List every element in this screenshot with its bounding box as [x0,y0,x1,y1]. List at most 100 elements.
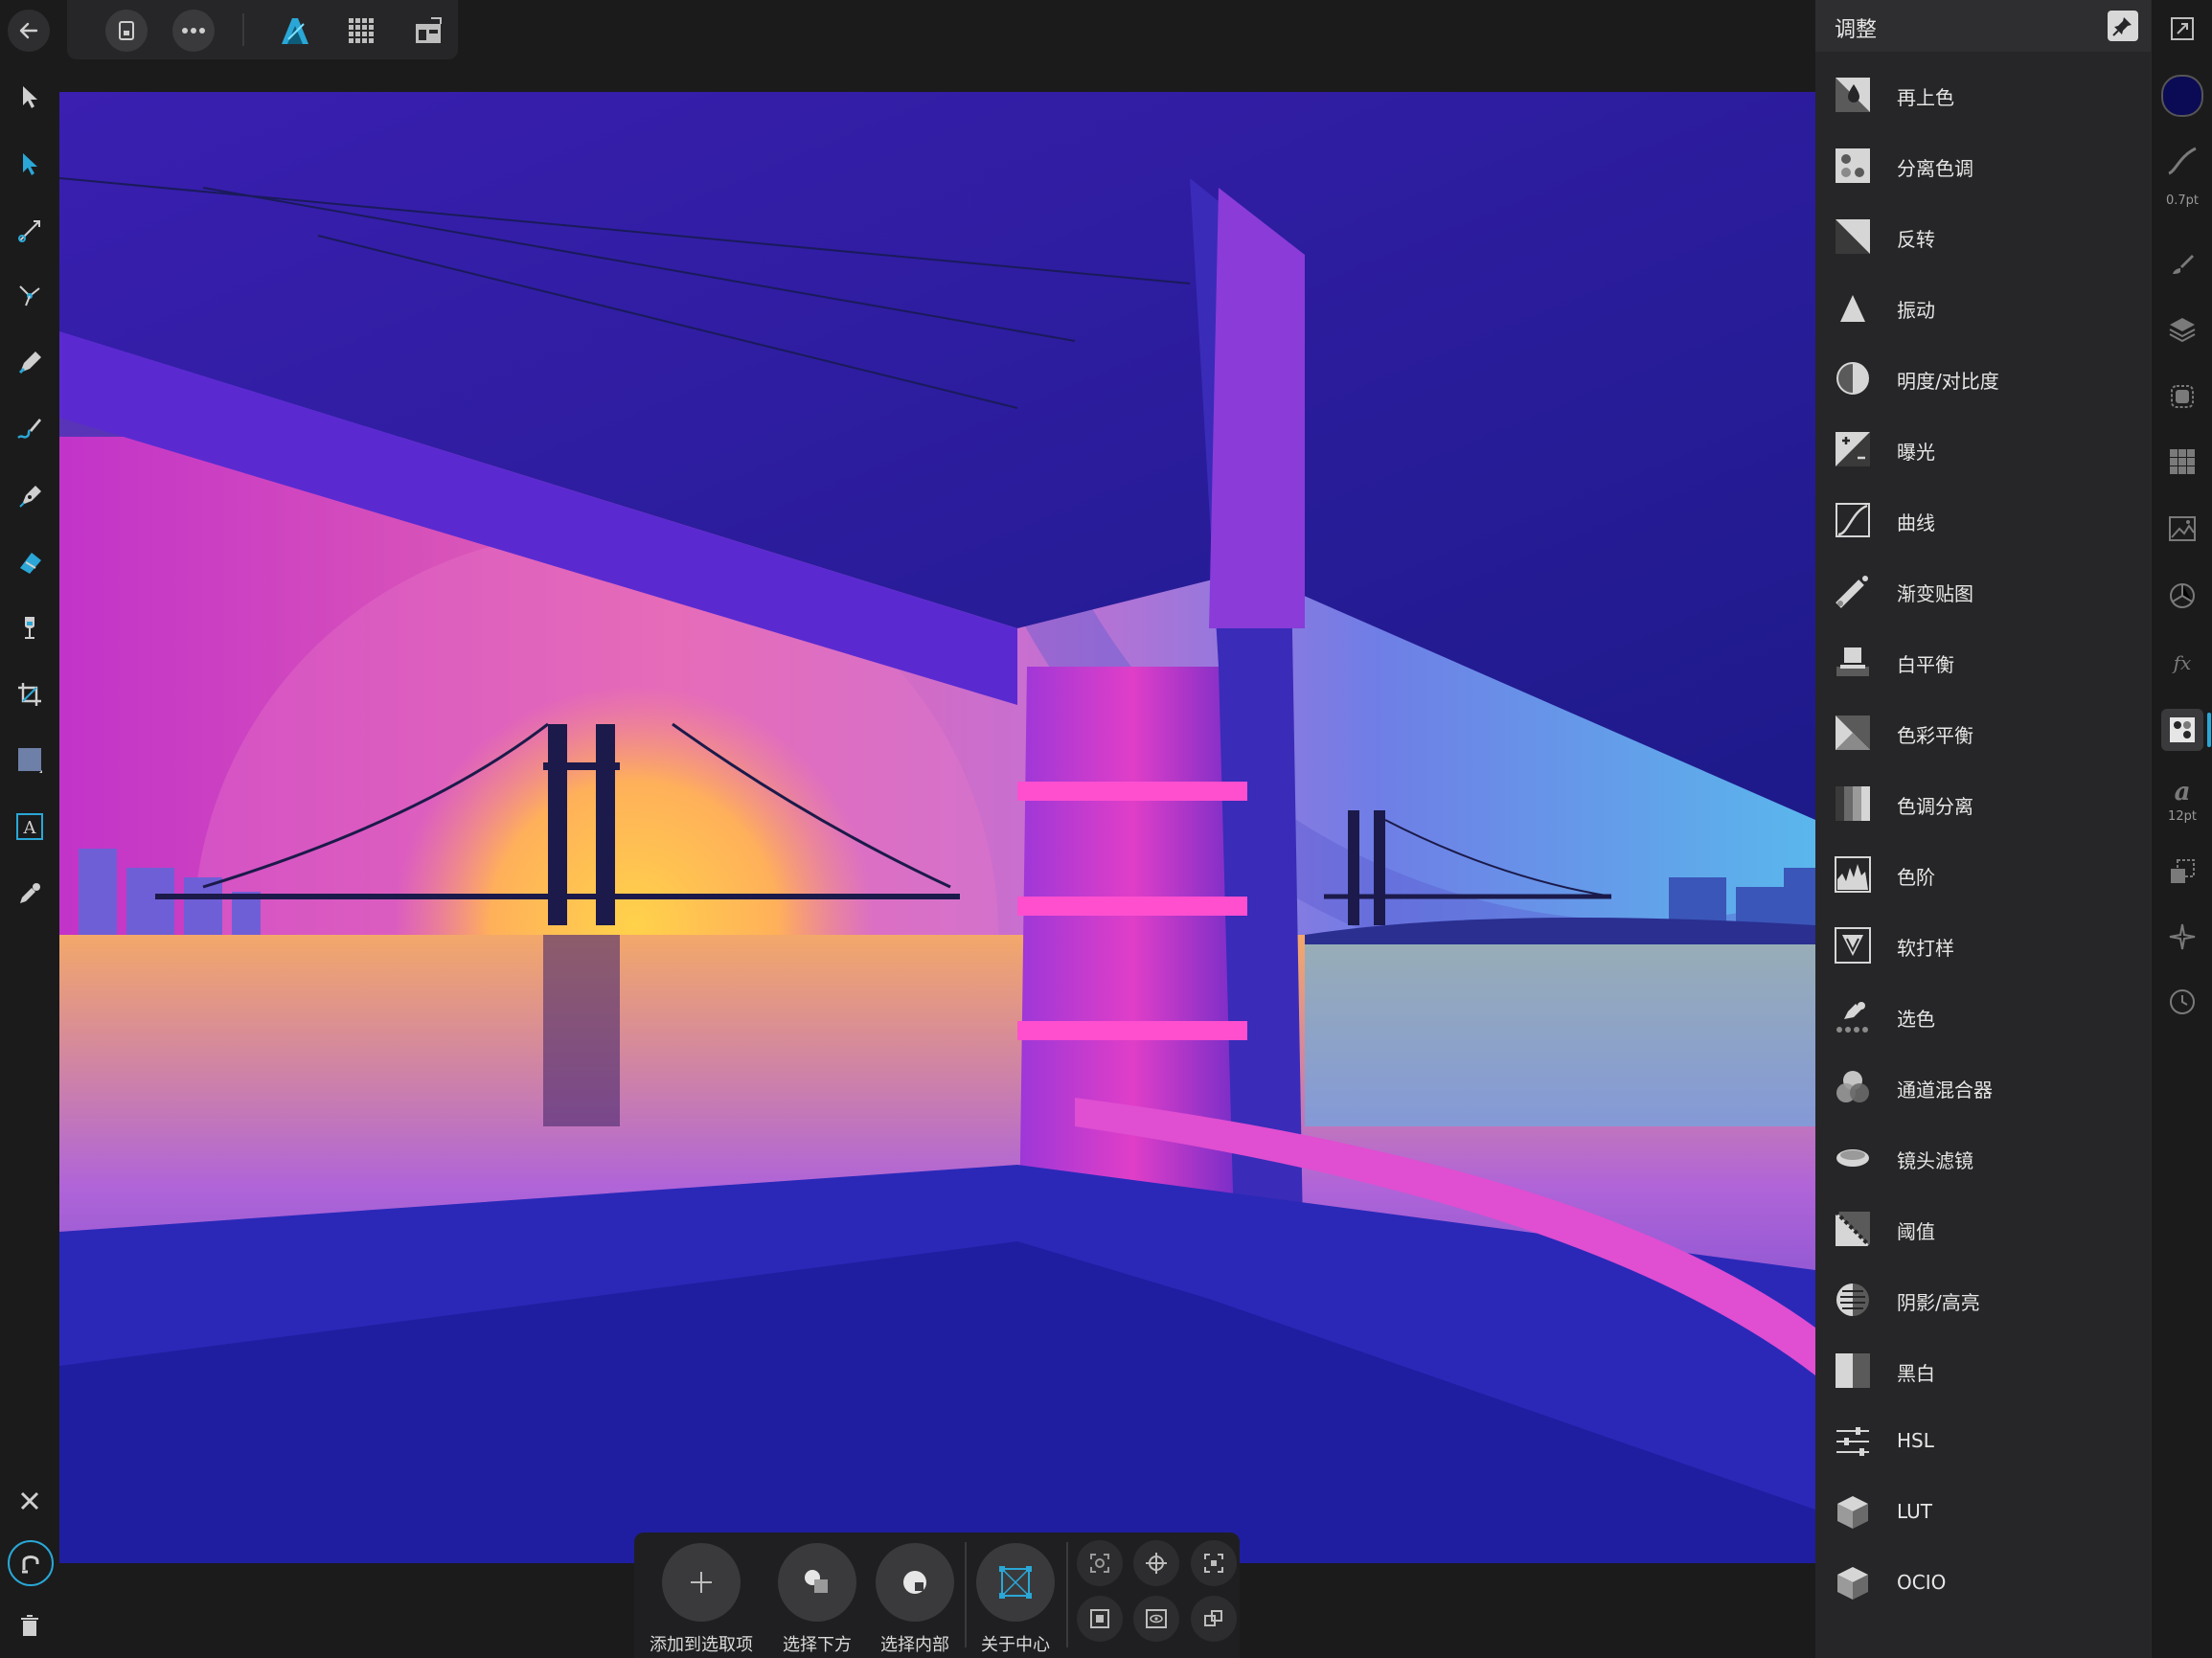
context-divider [965,1542,967,1647]
adjustment-item-vibrance[interactable]: 振动 [1815,272,2151,343]
adjustment-item-lut[interactable]: LUT [1815,1477,2151,1548]
adjustment-item-black-white[interactable]: 黑白 [1815,1335,2151,1406]
bridge-illustration [59,92,1815,1563]
export-persona-button[interactable] [407,10,449,52]
curves-icon [1836,503,1870,537]
adjustment-item-hsl[interactable]: HSL [1815,1406,2151,1477]
transform-button[interactable] [2161,851,2203,893]
transparency-tool[interactable] [8,605,52,649]
transform-icon [2171,859,2195,883]
adjustment-label: 曲线 [1897,511,1935,534]
snapping-studio-button[interactable] [2161,916,2203,958]
more-button[interactable] [172,10,215,52]
delete-button[interactable] [8,1603,52,1647]
adjustment-label: HSL [1897,1429,1934,1452]
ellipsis-icon [182,28,205,34]
pencil-tool[interactable] [8,341,52,385]
pin-panel-button[interactable] [2108,11,2138,41]
lut-cube-icon [1837,1496,1868,1529]
color-picker-tool[interactable] [8,872,52,916]
hide-studio-button[interactable] [2161,8,2203,50]
adjustments-button[interactable] [2161,709,2203,751]
svg-text:A: A [23,818,37,838]
snap-to-center-button[interactable] [1133,1540,1179,1586]
adjustment-item-white-balance[interactable]: 白平衡 [1815,626,2151,697]
reset-selection-box-button[interactable] [1077,1540,1123,1586]
white-balance-icon [1836,647,1869,676]
selective-color-icon [1836,1002,1868,1033]
add-to-selection-button[interactable] [662,1543,741,1622]
point-transform-tool[interactable] [8,274,52,318]
adjustment-label: 阴影/高亮 [1897,1291,1980,1314]
snap-star-icon [2169,923,2196,950]
color-wheel-button[interactable] [2161,575,2203,617]
adjustment-item-selective-color[interactable]: 选色 [1815,981,2151,1052]
align-frame-button[interactable] [1077,1596,1123,1642]
adjustment-item-ocio[interactable]: OCIO [1815,1548,2151,1619]
context-toolbar: 添加到选取项 选择下方 选择内部 关于中心 [634,1533,1240,1658]
adjustment-item-invert[interactable]: 反转 [1815,201,2151,272]
adjustment-item-threshold[interactable]: 阈值 [1815,1193,2151,1264]
studio-bar: 0.7pt fx a 12pt [2151,0,2212,1658]
pen-tool[interactable] [8,473,52,517]
appearance-button[interactable] [2161,375,2203,418]
adjustment-item-exposure[interactable]: 曝光 [1815,414,2151,485]
layers-button[interactable] [2161,308,2203,351]
close-icon [20,1491,39,1510]
adjustment-label: LUT [1897,1500,1933,1523]
about-center-button[interactable] [976,1543,1055,1622]
adjustment-item-recolor[interactable]: 再上色 [1815,59,2151,130]
close-context-button[interactable] [8,1479,52,1523]
vector-brush-tool[interactable] [8,406,52,450]
select-under-button[interactable] [778,1543,856,1622]
fill-color-swatch[interactable] [2161,75,2203,117]
adjustment-item-split-toning[interactable]: 分离色调 [1815,130,2151,201]
swatches-button[interactable] [2161,441,2203,483]
adjustment-item-curves[interactable]: 曲线 [1815,485,2151,556]
pixel-persona-button[interactable] [340,10,382,52]
font-size-value: 12pt [2168,809,2197,824]
text-style-button[interactable]: a [2161,770,2203,812]
ocio-cube-icon [1837,1567,1868,1600]
fit-bounds-button[interactable] [1191,1540,1237,1586]
image-icon [2169,516,2196,541]
brushes-button[interactable] [2161,243,2203,285]
vector-crop-tool[interactable] [8,209,52,253]
designer-persona-button[interactable] [274,10,316,52]
artwork-canvas[interactable] [59,92,1815,1563]
adjustment-item-shadows-highlights[interactable]: 阴影/高亮 [1815,1264,2151,1335]
move-tool[interactable] [8,75,52,119]
stroke-width-button[interactable] [2161,140,2203,182]
view-mode-button[interactable] [1133,1596,1179,1642]
duplicate-icon [1204,1610,1222,1626]
adjustment-item-gradient-map[interactable]: 渐变贴图 [1815,556,2151,626]
adjustment-label: 反转 [1897,228,1935,251]
effects-button[interactable]: fx [2161,642,2203,684]
text-tool[interactable]: A [8,805,52,849]
move-arrow-icon [23,86,37,108]
duplicate-button[interactable] [1191,1596,1237,1642]
rectangle-tool[interactable] [8,738,52,782]
text-style-icon: a [2175,778,2191,806]
document-button[interactable] [105,10,148,52]
crop-tool[interactable] [8,672,52,716]
adjustment-item-channel-mixer[interactable]: 通道混合器 [1815,1052,2151,1123]
rectangle-icon [18,748,42,773]
adjustment-item-lens-filter[interactable]: 镜头滤镜 [1815,1123,2151,1193]
navigator-button[interactable] [2161,508,2203,550]
adjustment-item-posterize[interactable]: 色调分离 [1815,768,2151,839]
node-tool[interactable] [8,142,52,186]
adjustment-item-levels[interactable]: 色阶 [1815,839,2151,910]
adjustment-label: 黑白 [1897,1362,1935,1385]
history-button[interactable] [2161,981,2203,1023]
select-inside-button[interactable] [876,1543,954,1622]
adjustment-item-soft-proof[interactable]: 软打样 [1815,910,2151,981]
adjustment-item-color-balance[interactable]: 色彩平衡 [1815,697,2151,768]
snapping-button[interactable] [8,1540,54,1586]
top-toolbar [0,0,1815,61]
adjustment-label: 镜头滤镜 [1897,1149,1973,1172]
back-button[interactable] [8,10,50,52]
adjustment-label: 色彩平衡 [1897,724,1973,747]
fill-tool[interactable] [8,540,52,584]
adjustment-item-brightness-contrast[interactable]: 明度/对比度 [1815,343,2151,414]
